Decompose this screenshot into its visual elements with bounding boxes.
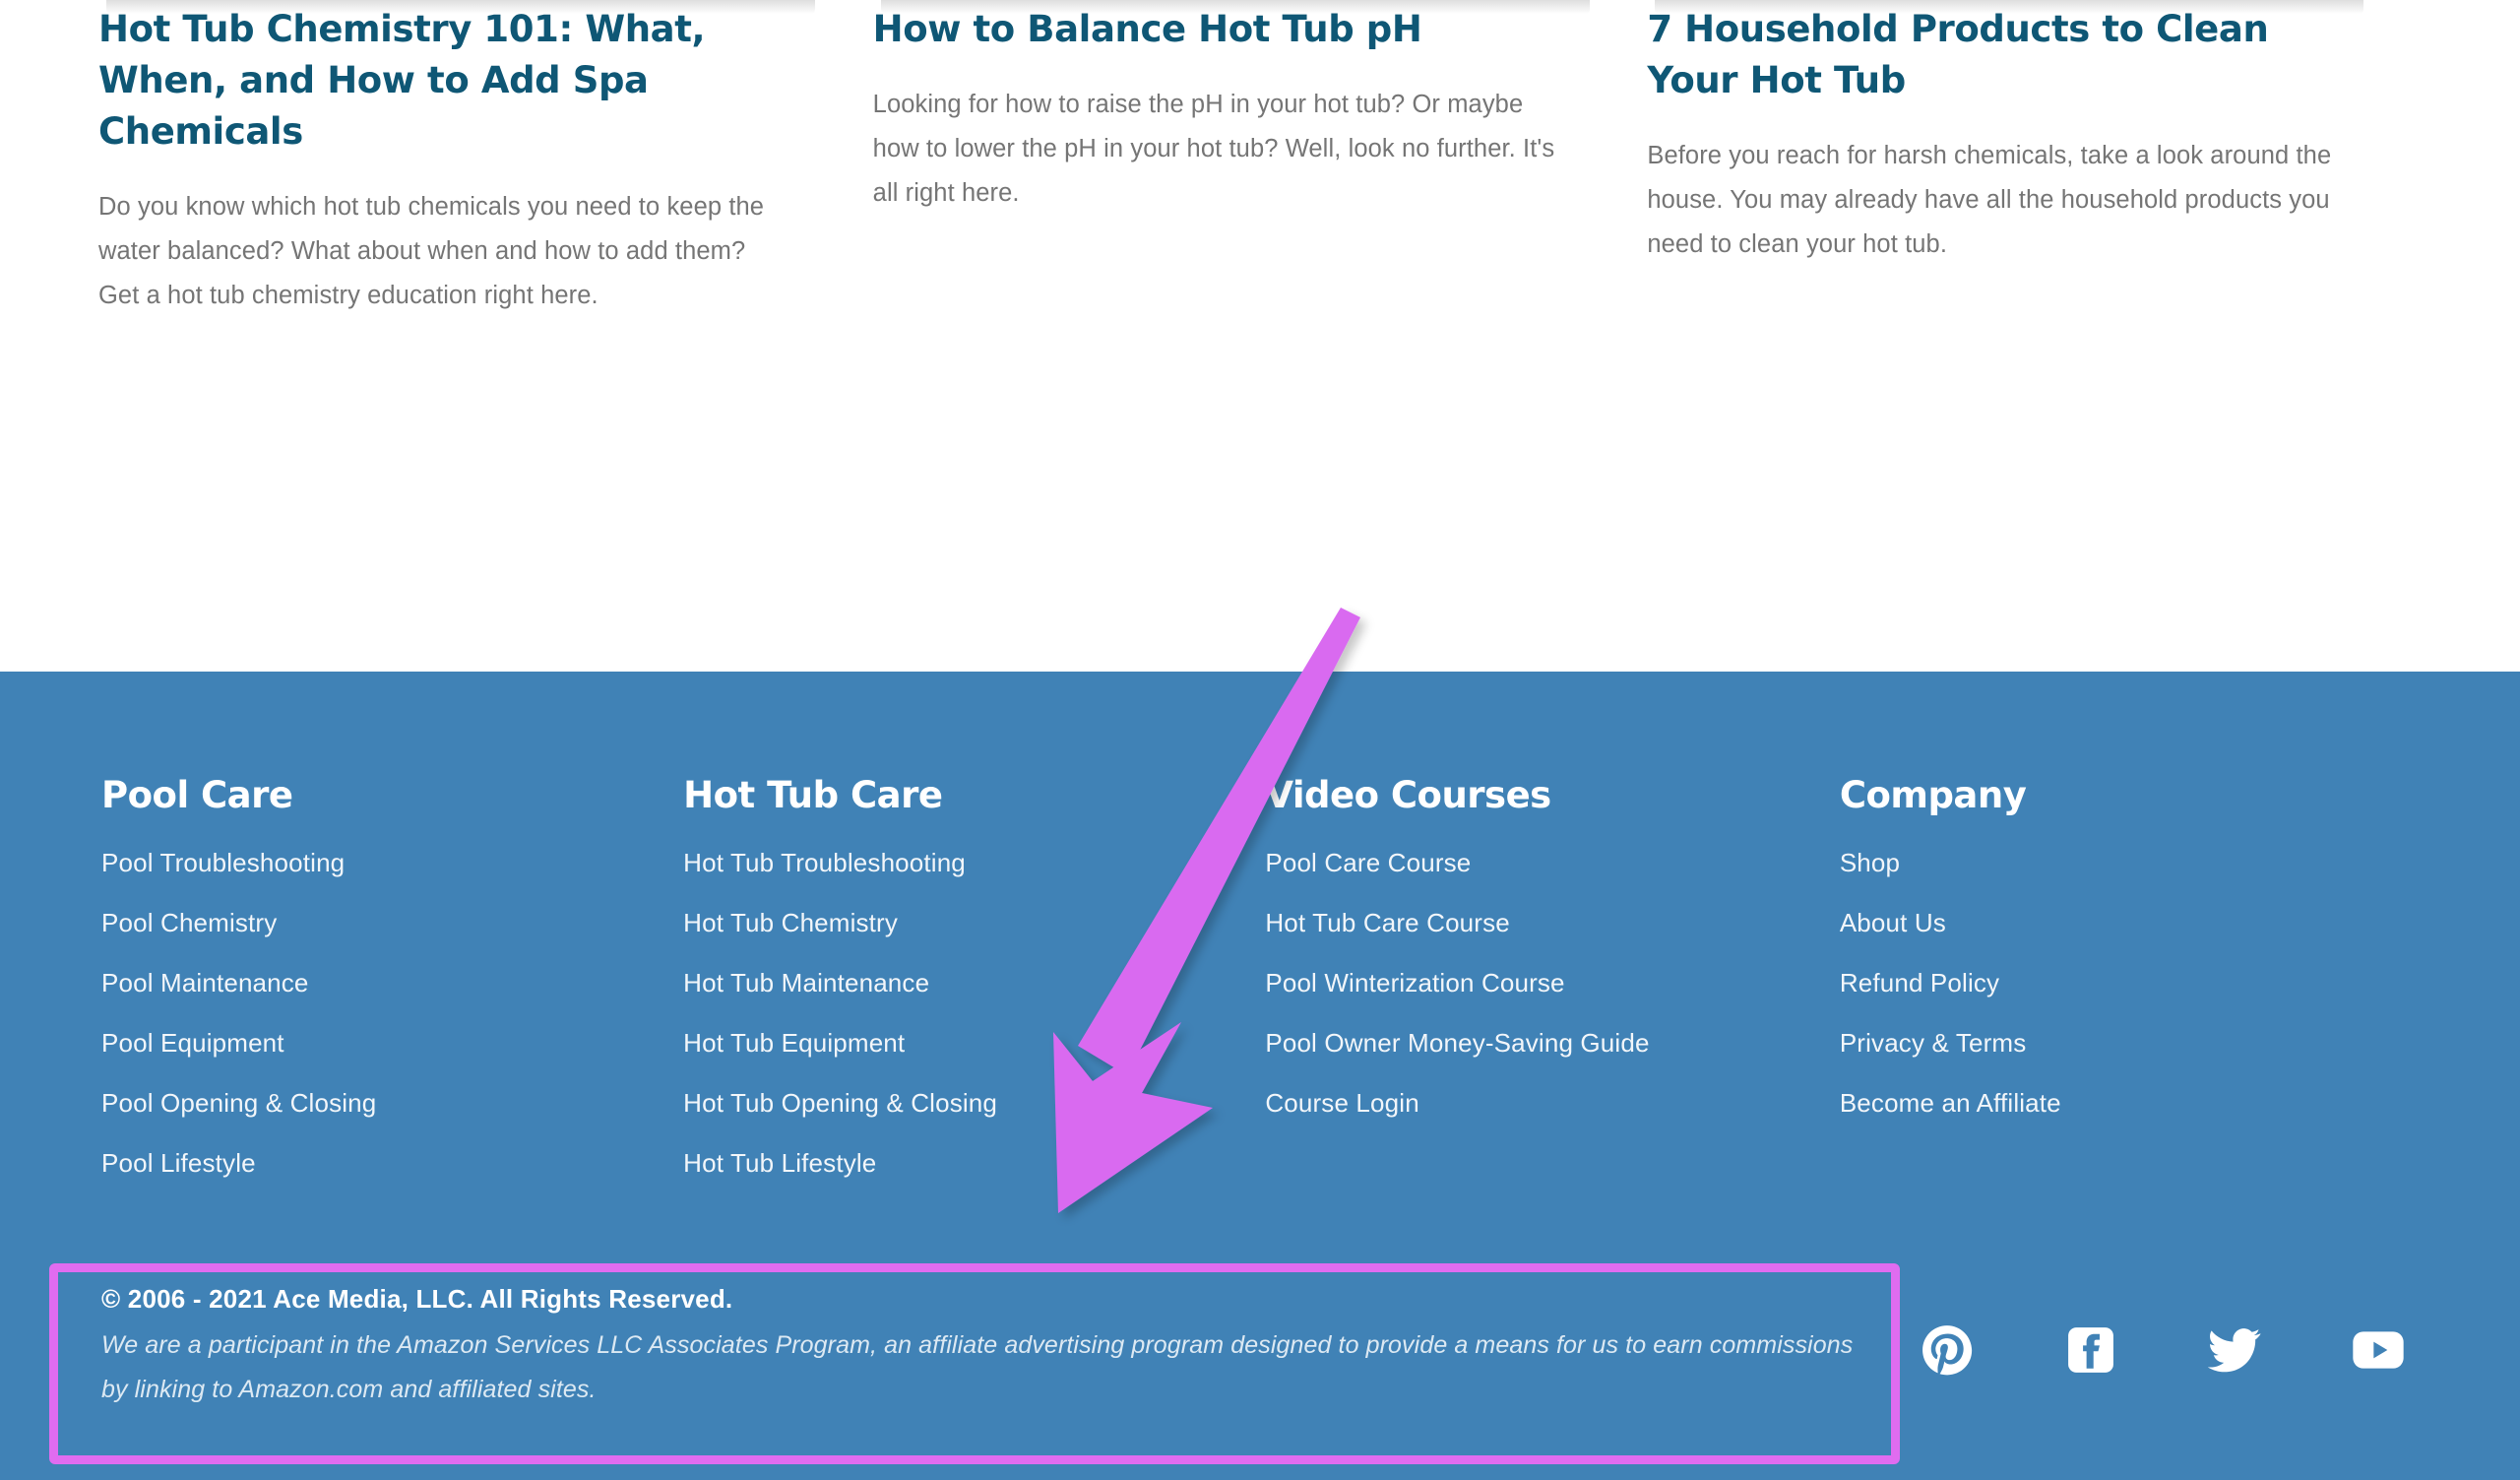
- amazon-affiliate-disclaimer: We are a participant in the Amazon Servi…: [101, 1331, 1854, 1403]
- footer-link-pool-care-course[interactable]: Pool Care Course: [1265, 847, 1839, 878]
- footer-column-title: Video Courses: [1265, 774, 1551, 816]
- footer-link-about-us[interactable]: About Us: [1840, 907, 2422, 938]
- social-links: [1920, 1316, 2431, 1384]
- footer-link-refund-policy[interactable]: Refund Policy: [1840, 967, 2422, 998]
- footer-link-hot-tub-lifestyle[interactable]: Hot Tub Lifestyle: [683, 1147, 1265, 1179]
- twitter-icon[interactable]: [2207, 1322, 2262, 1378]
- article-card[interactable]: Hot Tub Chemistry 101: What, When, and H…: [98, 0, 873, 672]
- footer-link-pool-maintenance[interactable]: Pool Maintenance: [101, 967, 683, 998]
- footer-column-title: Pool Care: [101, 774, 293, 816]
- footer-link-become-an-affiliate[interactable]: Become an Affiliate: [1840, 1087, 2422, 1119]
- article-title[interactable]: Hot Tub Chemistry 101: What, When, and H…: [98, 4, 785, 158]
- article-excerpt: Do you know which hot tub chemicals you …: [98, 193, 765, 309]
- youtube-icon[interactable]: [2351, 1322, 2406, 1378]
- footer-link-columns: Pool Care Pool Troubleshooting Pool Chem…: [0, 672, 2520, 1179]
- footer-column-pool-care: Pool Care Pool Troubleshooting Pool Chem…: [101, 774, 683, 1179]
- footer-link-hot-tub-troubleshooting[interactable]: Hot Tub Troubleshooting: [683, 847, 1265, 878]
- footer-link-hot-tub-care-course[interactable]: Hot Tub Care Course: [1265, 907, 1839, 938]
- related-articles-strip: Hot Tub Chemistry 101: What, When, and H…: [0, 0, 2520, 672]
- footer-link-hot-tub-opening-closing[interactable]: Hot Tub Opening & Closing: [683, 1087, 1265, 1119]
- footer-link-hot-tub-maintenance[interactable]: Hot Tub Maintenance: [683, 967, 1265, 998]
- article-card[interactable]: How to Balance Hot Tub pH Looking for ho…: [873, 0, 1648, 672]
- footer-link-pool-troubleshooting[interactable]: Pool Troubleshooting: [101, 847, 683, 878]
- facebook-icon[interactable]: [2063, 1322, 2118, 1378]
- footer-link-pool-opening-closing[interactable]: Pool Opening & Closing: [101, 1087, 683, 1119]
- article-title[interactable]: 7 Household Products to Clean Your Hot T…: [1647, 4, 2333, 106]
- footer-link-privacy-terms[interactable]: Privacy & Terms: [1840, 1027, 2422, 1059]
- footer-link-shop[interactable]: Shop: [1840, 847, 2422, 878]
- footer-link-pool-chemistry[interactable]: Pool Chemistry: [101, 907, 683, 938]
- copyright-text: © 2006 - 2021 Ace Media, LLC. All Rights…: [101, 1284, 733, 1314]
- footer-column-company: Company Shop About Us Refund Policy Priv…: [1840, 774, 2422, 1179]
- footer-link-course-login[interactable]: Course Login: [1265, 1087, 1839, 1119]
- legal-block: © 2006 - 2021 Ace Media, LLC. All Rights…: [101, 1280, 1863, 1412]
- footer-column-title: Company: [1839, 774, 2027, 816]
- footer-link-hot-tub-equipment[interactable]: Hot Tub Equipment: [683, 1027, 1265, 1059]
- footer-link-pool-owner-money-saving-guide[interactable]: Pool Owner Money-Saving Guide: [1265, 1027, 1839, 1059]
- article-title[interactable]: How to Balance Hot Tub pH: [873, 4, 1559, 55]
- article-excerpt: Looking for how to raise the pH in your …: [872, 91, 1555, 207]
- pinterest-icon[interactable]: [1920, 1322, 1975, 1378]
- footer-column-video-courses: Video Courses Pool Care Course Hot Tub C…: [1265, 774, 1839, 1179]
- footer-link-pool-equipment[interactable]: Pool Equipment: [101, 1027, 683, 1059]
- article-card[interactable]: 7 Household Products to Clean Your Hot T…: [1647, 0, 2422, 672]
- footer-column-hot-tub-care: Hot Tub Care Hot Tub Troubleshooting Hot…: [683, 774, 1265, 1179]
- footer-link-pool-winterization-course[interactable]: Pool Winterization Course: [1265, 967, 1839, 998]
- footer-link-pool-lifestyle[interactable]: Pool Lifestyle: [101, 1147, 683, 1179]
- footer-link-hot-tub-chemistry[interactable]: Hot Tub Chemistry: [683, 907, 1265, 938]
- footer-column-title: Hot Tub Care: [683, 774, 943, 816]
- article-excerpt: Before you reach for harsh chemicals, ta…: [1647, 142, 2332, 258]
